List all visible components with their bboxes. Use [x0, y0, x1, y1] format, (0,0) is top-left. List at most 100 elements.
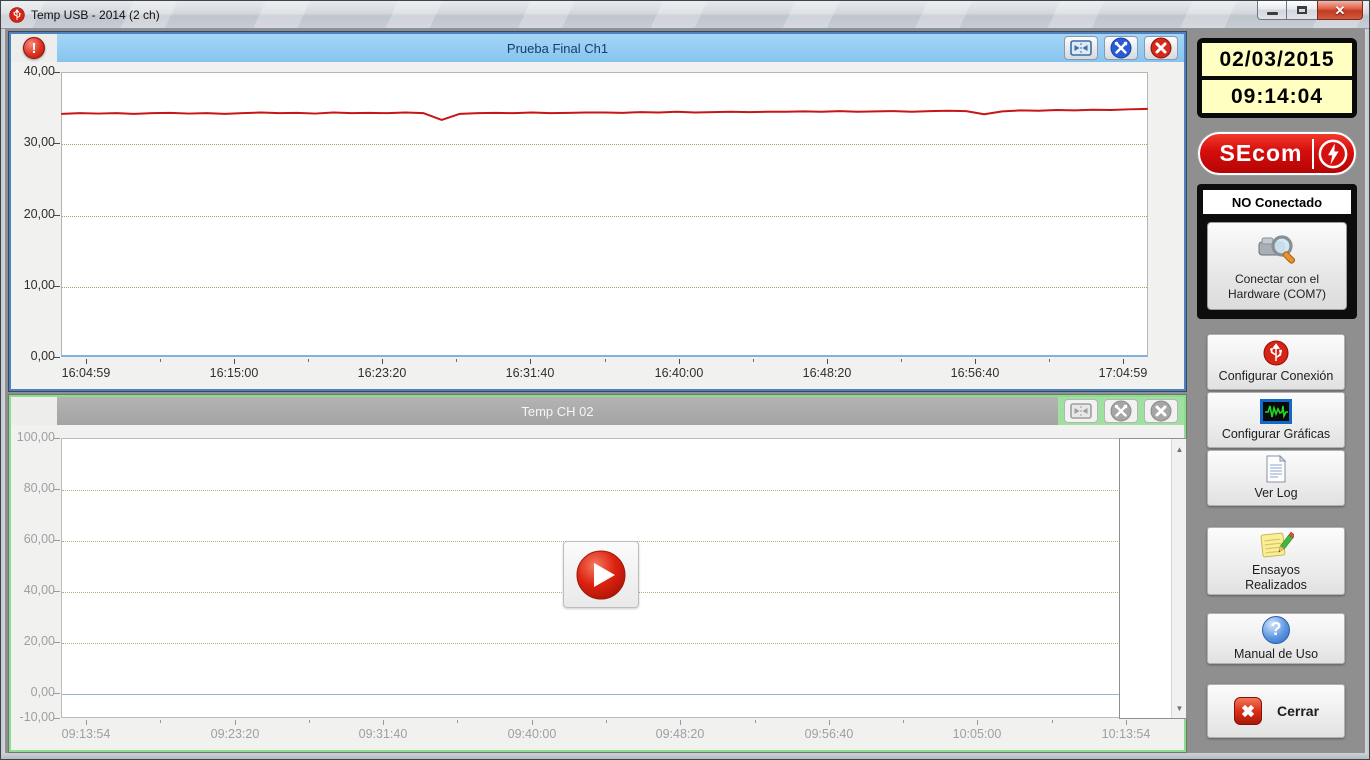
lightning-bolt-icon — [1318, 139, 1348, 169]
button-label: Cerrar — [1277, 703, 1319, 720]
x-tick-label: 10:13:54 — [1084, 727, 1168, 741]
y-tick-label: 20,00 — [11, 207, 55, 221]
ensayos-realizados-button[interactable]: Ensayos Realizados — [1207, 527, 1345, 595]
maximize-icon — [1297, 6, 1307, 14]
x-tick-label: 16:31:40 — [488, 366, 572, 380]
x-tick-label: 16:15:00 — [192, 366, 276, 380]
chart1-settings-button[interactable] — [1104, 36, 1138, 60]
y-axis-ticks — [54, 72, 61, 357]
date-display: 02/03/2015 — [1202, 43, 1352, 76]
x-tick-label: 16:56:40 — [933, 366, 1017, 380]
window-frame-edge — [1365, 29, 1370, 755]
chart1-toolbar — [1058, 34, 1184, 62]
x-axis-ticks — [61, 359, 1148, 365]
x-tick-label: 09:56:40 — [787, 727, 871, 741]
close-button[interactable]: ✕ — [1317, 1, 1363, 20]
app-usb-icon — [9, 7, 25, 23]
x-tick-label: 16:04:59 — [44, 366, 128, 380]
chart1-region: 40,00 30,00 20,00 10,00 0,00 16:04:59 16… — [11, 62, 1184, 389]
minimize-button[interactable] — [1257, 1, 1287, 20]
x-tick-label: 09:31:40 — [341, 727, 425, 741]
play-icon — [575, 549, 627, 601]
x-tick-label: 09:23:20 — [193, 727, 277, 741]
y-tick-label: 10,00 — [11, 278, 55, 292]
y-tick-label: 80,00 — [11, 481, 55, 495]
minimize-icon — [1267, 12, 1278, 15]
resize-icon — [1070, 40, 1092, 56]
configurar-conexion-button[interactable]: Configurar Conexión — [1207, 334, 1345, 390]
secom-logo: SEcom — [1198, 132, 1356, 175]
chart1-resize-button[interactable] — [1064, 36, 1098, 60]
cerrar-button[interactable]: Cerrar — [1207, 684, 1345, 738]
x-tick-label: 16:48:20 — [785, 366, 869, 380]
notepad-pencil-icon — [1258, 530, 1294, 560]
y-tick-label: 0,00 — [11, 685, 55, 699]
time-display: 09:14:04 — [1202, 80, 1352, 113]
y-tick-label: 100,00 — [11, 430, 55, 444]
scroll-down-button[interactable]: ▼ — [1172, 700, 1187, 716]
usb-icon — [1263, 340, 1289, 366]
connect-hardware-button[interactable]: Conectar con el Hardware (COM7) — [1207, 222, 1347, 310]
chart1-close-button[interactable] — [1144, 36, 1178, 60]
y-axis-ticks — [54, 438, 61, 718]
chart-panel-ch1: ! Prueba Final Ch1 — [9, 32, 1186, 391]
configurar-graficas-button[interactable]: Configurar Gráficas — [1207, 392, 1345, 448]
y-tick-label: 20,00 — [11, 634, 55, 648]
scroll-up-button[interactable]: ▲ — [1172, 441, 1187, 457]
alert-icon: ! — [23, 37, 45, 59]
x-tick-label: 10:05:00 — [935, 727, 1019, 741]
search-hardware-icon — [1254, 230, 1300, 268]
connection-panel: NO Conectado Conectar con el Hardware (C… — [1197, 184, 1357, 319]
chart2-header: Temp CH 02 — [11, 397, 1184, 425]
button-label: Ensayos Realizados — [1231, 563, 1321, 593]
window-frame-edge — [1, 29, 5, 755]
button-label: Configurar Conexión — [1219, 369, 1334, 384]
sidebar: 02/03/2015 09:14:04 SEcom NO Conectado C… — [1191, 32, 1363, 753]
y-tick-label: 40,00 — [11, 64, 55, 78]
vertical-scrollbar[interactable]: ▲ ▼ — [1171, 439, 1186, 718]
clock-panel: 02/03/2015 09:14:04 — [1197, 38, 1357, 118]
chart2-close-button — [1144, 399, 1178, 423]
window-frame-edge — [1, 753, 1370, 760]
chart2-resize-button — [1064, 399, 1098, 423]
chart2-region: 100,00 80,00 60,00 40,00 20,00 0,00 -10,… — [11, 425, 1184, 750]
oscilloscope-icon — [1260, 399, 1292, 424]
close-circle-icon-disabled — [1150, 400, 1172, 422]
x-tick-label: 09:40:00 — [490, 727, 574, 741]
chart2-settings-button — [1104, 399, 1138, 423]
brand-text: SEcom — [1214, 140, 1308, 167]
app-window: Temp USB - 2014 (2 ch) ✕ ! Prueba Final … — [0, 0, 1370, 760]
logo-divider — [1312, 139, 1314, 169]
start-acquisition-button[interactable] — [563, 541, 639, 608]
chart2-toolbar — [1058, 397, 1184, 425]
x-tick-label: 09:48:20 — [638, 727, 722, 741]
help-icon: ? — [1262, 616, 1290, 644]
resize-icon-disabled — [1070, 403, 1092, 419]
tools-icon — [1110, 37, 1132, 59]
chart2-alert-cell — [11, 397, 57, 425]
x-tick-label: 17:04:59 — [1081, 366, 1165, 380]
y-tick-label: 40,00 — [11, 583, 55, 597]
y-tick-label: 30,00 — [11, 135, 55, 149]
chart1-plot-area[interactable] — [61, 72, 1148, 357]
ver-log-button[interactable]: Ver Log — [1207, 450, 1345, 506]
connection-status: NO Conectado — [1203, 190, 1351, 214]
y-tick-label: 60,00 — [11, 532, 55, 546]
document-icon — [1264, 455, 1288, 483]
chart1-alert-cell: ! — [11, 34, 57, 62]
maximize-button[interactable] — [1287, 1, 1317, 20]
connect-hardware-label: Conectar con el Hardware (COM7) — [1218, 272, 1336, 302]
button-label: Ver Log — [1254, 486, 1297, 501]
x-tick-label: 16:40:00 — [637, 366, 721, 380]
manual-de-uso-button[interactable]: ? Manual de Uso — [1207, 613, 1345, 664]
tools-icon-disabled — [1110, 400, 1132, 422]
button-label: Manual de Uso — [1234, 647, 1318, 662]
close-icon: ✕ — [1335, 4, 1346, 17]
x-axis-ticks — [61, 720, 1151, 726]
y-tick-label: -10,00 — [11, 710, 55, 724]
chart2-title: Temp CH 02 — [57, 397, 1058, 425]
button-label: Configurar Gráficas — [1222, 427, 1330, 442]
close-circle-icon — [1150, 37, 1172, 59]
titlebar[interactable]: Temp USB - 2014 (2 ch) ✕ — [1, 1, 1370, 29]
side-scroll-panel: ▲ ▼ — [1119, 438, 1187, 719]
